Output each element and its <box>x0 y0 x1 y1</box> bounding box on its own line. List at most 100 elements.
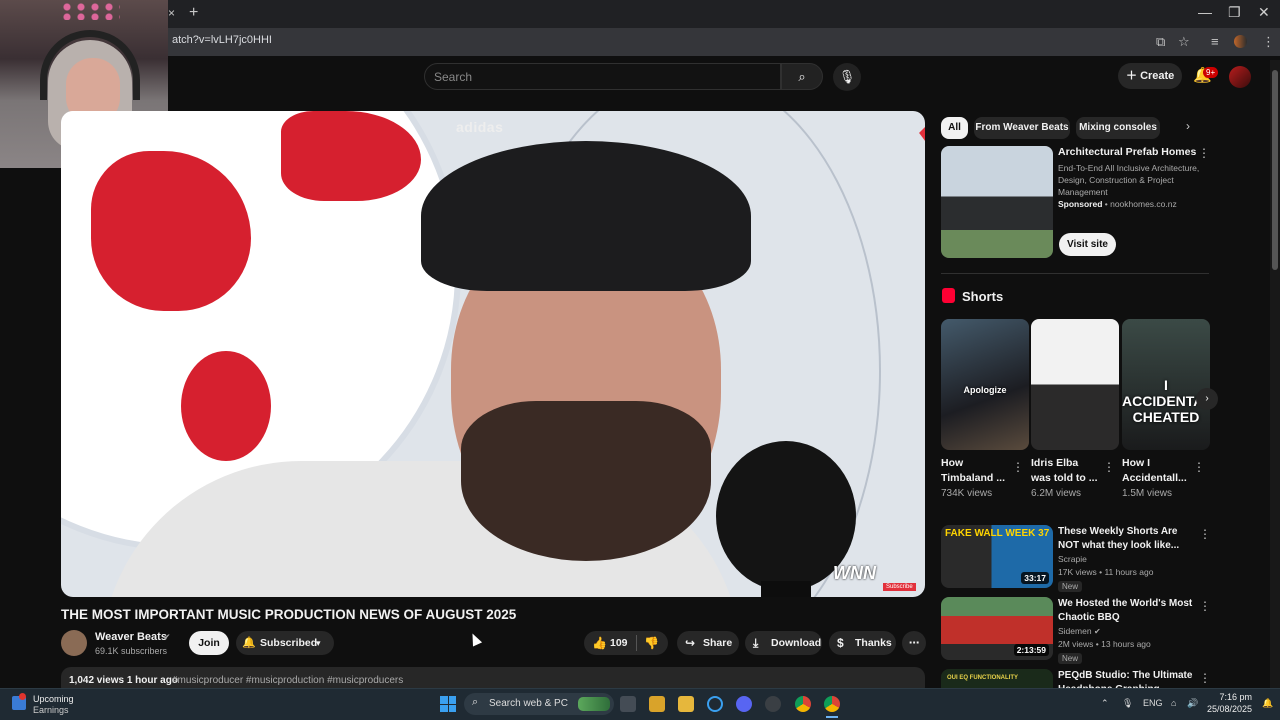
like-button[interactable]: 👍 109 👎 <box>584 631 668 655</box>
reading-list-icon[interactable]: ≡ <box>1211 34 1219 49</box>
volume-icon[interactable]: 🔊 <box>1187 698 1198 709</box>
chip-all[interactable]: All <box>941 117 968 139</box>
short-views: 1.5M views <box>1122 488 1173 499</box>
short-thumbnail[interactable] <box>1031 319 1119 450</box>
account-avatar[interactable] <box>1229 66 1251 88</box>
thanks-button[interactable]: $ Thanks <box>829 631 896 655</box>
share-icon: ↪ <box>685 636 696 650</box>
download-icon: ⤓ <box>753 636 759 650</box>
short-menu-icon[interactable]: ⋮ <box>1103 460 1115 474</box>
shorts-icon <box>942 288 955 303</box>
search-input[interactable] <box>424 63 781 90</box>
chip-from-weaver-beats[interactable]: From Weaver Beats <box>974 117 1070 139</box>
tab-close-icon[interactable]: × <box>168 6 175 20</box>
app-icon[interactable] <box>649 696 665 712</box>
chip-mixing-consoles[interactable]: Mixing consoles <box>1076 117 1160 139</box>
taskbar-time[interactable]: 7:16 pm <box>1216 692 1252 702</box>
taskbar-date[interactable]: 25/08/2025 <box>1206 704 1252 714</box>
video-channel[interactable]: Scrapie <box>1058 553 1087 566</box>
video-channel[interactable]: Sidemen ✔ <box>1058 625 1101 638</box>
notifications-badge: 9+ <box>1203 67 1219 78</box>
download-button[interactable]: ⤓ Download <box>745 631 822 655</box>
video-title-link[interactable]: PEQdB Studio: The Ultimate Headphone Gra… <box>1058 669 1193 688</box>
short-title[interactable]: Idris Elba was told to ... <box>1031 456 1101 486</box>
search-icon: ⌕ <box>798 69 806 84</box>
more-actions-button[interactable]: ⋯ <box>902 631 926 655</box>
chrome-icon[interactable] <box>824 696 840 712</box>
short-menu-icon[interactable]: ⋮ <box>1012 460 1024 474</box>
ad-description: End-To-End All Inclusive Architecture, D… <box>1058 163 1200 197</box>
video-menu-icon[interactable]: ⋮ <box>1199 671 1211 685</box>
file-explorer-icon[interactable] <box>678 696 694 712</box>
visit-site-button[interactable]: Visit site <box>1059 233 1116 256</box>
ad-sponsored: Sponsored • nookhomes.co.nz <box>1058 199 1177 209</box>
channel-name[interactable]: Weaver Beats <box>95 631 167 643</box>
channel-avatar[interactable] <box>61 630 87 656</box>
verified-icon: ✔ <box>1093 627 1101 636</box>
url-text[interactable]: atch?v=lvLH7jc0HHI <box>172 34 272 46</box>
shorts-heading: Shorts <box>962 289 1004 304</box>
app-icon[interactable] <box>765 696 781 712</box>
microphone-icon[interactable]: 🎙 <box>1122 698 1133 709</box>
divider <box>941 273 1209 274</box>
video-menu-icon[interactable]: ⋮ <box>1199 599 1211 613</box>
restore-icon[interactable]: ❐ <box>1228 4 1241 21</box>
close-window-icon[interactable]: ✕ <box>1258 4 1270 21</box>
short-menu-icon[interactable]: ⋮ <box>1193 460 1205 474</box>
ad-menu-icon[interactable]: ⋮ <box>1198 146 1210 160</box>
video-menu-icon[interactable]: ⋮ <box>1199 527 1211 541</box>
short-title[interactable]: How Timbaland ... <box>941 456 1011 486</box>
shorts-next-button[interactable]: › <box>1196 388 1218 410</box>
create-button[interactable]: ＋ Create <box>1118 63 1182 89</box>
network-icon[interactable]: ⌂ <box>1171 698 1176 708</box>
windows-taskbar <box>0 688 1280 720</box>
share-button[interactable]: ↪ Share <box>677 631 739 655</box>
minimize-icon[interactable]: — <box>1198 4 1212 20</box>
verified-icon: ✔ <box>163 632 171 642</box>
short-thumbnail[interactable]: Apologize <box>941 319 1029 450</box>
hashtags[interactable]: #musicproducer #musicproduction #musicpr… <box>172 675 403 686</box>
notification-center-icon[interactable]: 🔔 <box>1262 698 1273 709</box>
ad-thumbnail[interactable] <box>941 146 1053 258</box>
taskbar-search-text: Search web & PC <box>489 698 568 709</box>
mouse-cursor <box>467 631 483 647</box>
bookmark-star-icon[interactable]: ☆ <box>1178 34 1190 50</box>
widget-line-1[interactable]: Upcoming <box>33 694 74 704</box>
join-button[interactable]: Join <box>189 631 229 655</box>
discord-icon[interactable] <box>736 696 752 712</box>
video-title-link[interactable]: These Weekly Shorts Are NOT what they lo… <box>1058 525 1193 553</box>
short-thumbnail[interactable]: I ACCIDENTALLY CHEATED <box>1122 319 1210 450</box>
video-thumbnail[interactable]: 2:13:59 <box>941 597 1053 660</box>
video-meta: 2M views • 13 hours ago <box>1058 639 1151 649</box>
short-title[interactable]: How I Accidentall... <box>1122 456 1192 486</box>
language-indicator[interactable]: ENG <box>1143 698 1163 708</box>
video-title: THE MOST IMPORTANT MUSIC PRODUCTION NEWS… <box>61 607 517 622</box>
video-title-link[interactable]: We Hosted the World's Most Chaotic BBQ <box>1058 597 1193 625</box>
search-button[interactable]: ⌕ <box>781 63 823 90</box>
video-thumbnail[interactable]: OUI EQ FUNCTIONALITY <box>941 669 1053 688</box>
tray-overflow-icon[interactable]: ⌃ <box>1101 698 1109 709</box>
scrollbar-thumb[interactable] <box>1272 70 1278 270</box>
thumbs-down-icon[interactable]: 👎 <box>644 631 659 655</box>
widget-line-2[interactable]: Earnings <box>33 705 69 715</box>
new-tab-button[interactable]: + <box>189 4 198 22</box>
browser-menu-icon[interactable]: ⋮ <box>1262 34 1275 50</box>
start-button[interactable] <box>440 696 456 712</box>
search-highlight-icon <box>578 697 610 711</box>
video-thumbnail[interactable]: FAKE WALL WEEK 37 33:17 <box>941 525 1053 588</box>
ad-title[interactable]: Architectural Prefab Homes <box>1058 146 1196 158</box>
install-app-icon[interactable]: ⧉ <box>1156 34 1165 50</box>
new-badge: New <box>1058 653 1083 664</box>
task-view-icon[interactable] <box>620 696 636 712</box>
subscriber-count: 69.1K subscribers <box>95 646 168 656</box>
subscribed-button[interactable]: 🔔 Subscribed ▾ <box>236 631 334 655</box>
video-player[interactable]: adidas WNN Subscribe <box>61 111 925 597</box>
voice-search-button[interactable]: 🎙 <box>833 63 861 91</box>
chevron-right-icon[interactable]: › <box>1186 119 1190 133</box>
profile-avatar[interactable] <box>1234 35 1247 48</box>
browser-app-icon[interactable] <box>707 696 723 712</box>
search-placeholder: Search <box>434 70 473 84</box>
chrome-icon[interactable] <box>795 696 811 712</box>
short-views: 734K views <box>941 488 993 499</box>
channel-watermark: WNN <box>833 563 876 583</box>
